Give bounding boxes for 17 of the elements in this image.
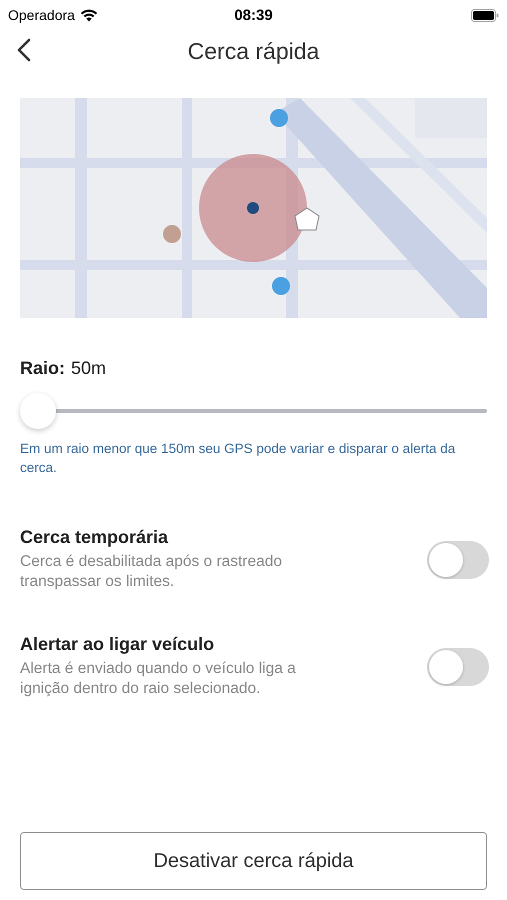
radius-value: 50m bbox=[71, 358, 106, 379]
clock-time: 08:39 bbox=[234, 6, 273, 24]
setting-title: Alertar ao ligar veículo bbox=[20, 634, 216, 655]
toggle-switch[interactable] bbox=[427, 540, 489, 578]
setting-description: Alerta é enviado quando o veículo liga a ignição dentro do raio selecionado. bbox=[20, 659, 297, 699]
wifi-icon bbox=[80, 8, 98, 22]
toggle-switch[interactable] bbox=[427, 648, 489, 686]
radius-slider[interactable] bbox=[20, 393, 487, 429]
screen-title: Cerca rápida bbox=[188, 38, 320, 64]
carrier-name: Operadora bbox=[8, 7, 75, 23]
battery-icon bbox=[471, 8, 499, 22]
setting-title: Cerca temporária bbox=[20, 527, 170, 548]
slider-thumb[interactable] bbox=[20, 393, 56, 429]
hint-text: Em um raio menor que 150m seu GPS pode variar e disparar o alerta da cerca. bbox=[20, 440, 456, 477]
setting-description: Cerca é desabilitada após o rastreado transpassar os limites. bbox=[20, 552, 283, 592]
deactivate-button[interactable]: Desativar cerca rápida bbox=[20, 832, 487, 890]
radius-label: Raio: bbox=[20, 358, 65, 379]
